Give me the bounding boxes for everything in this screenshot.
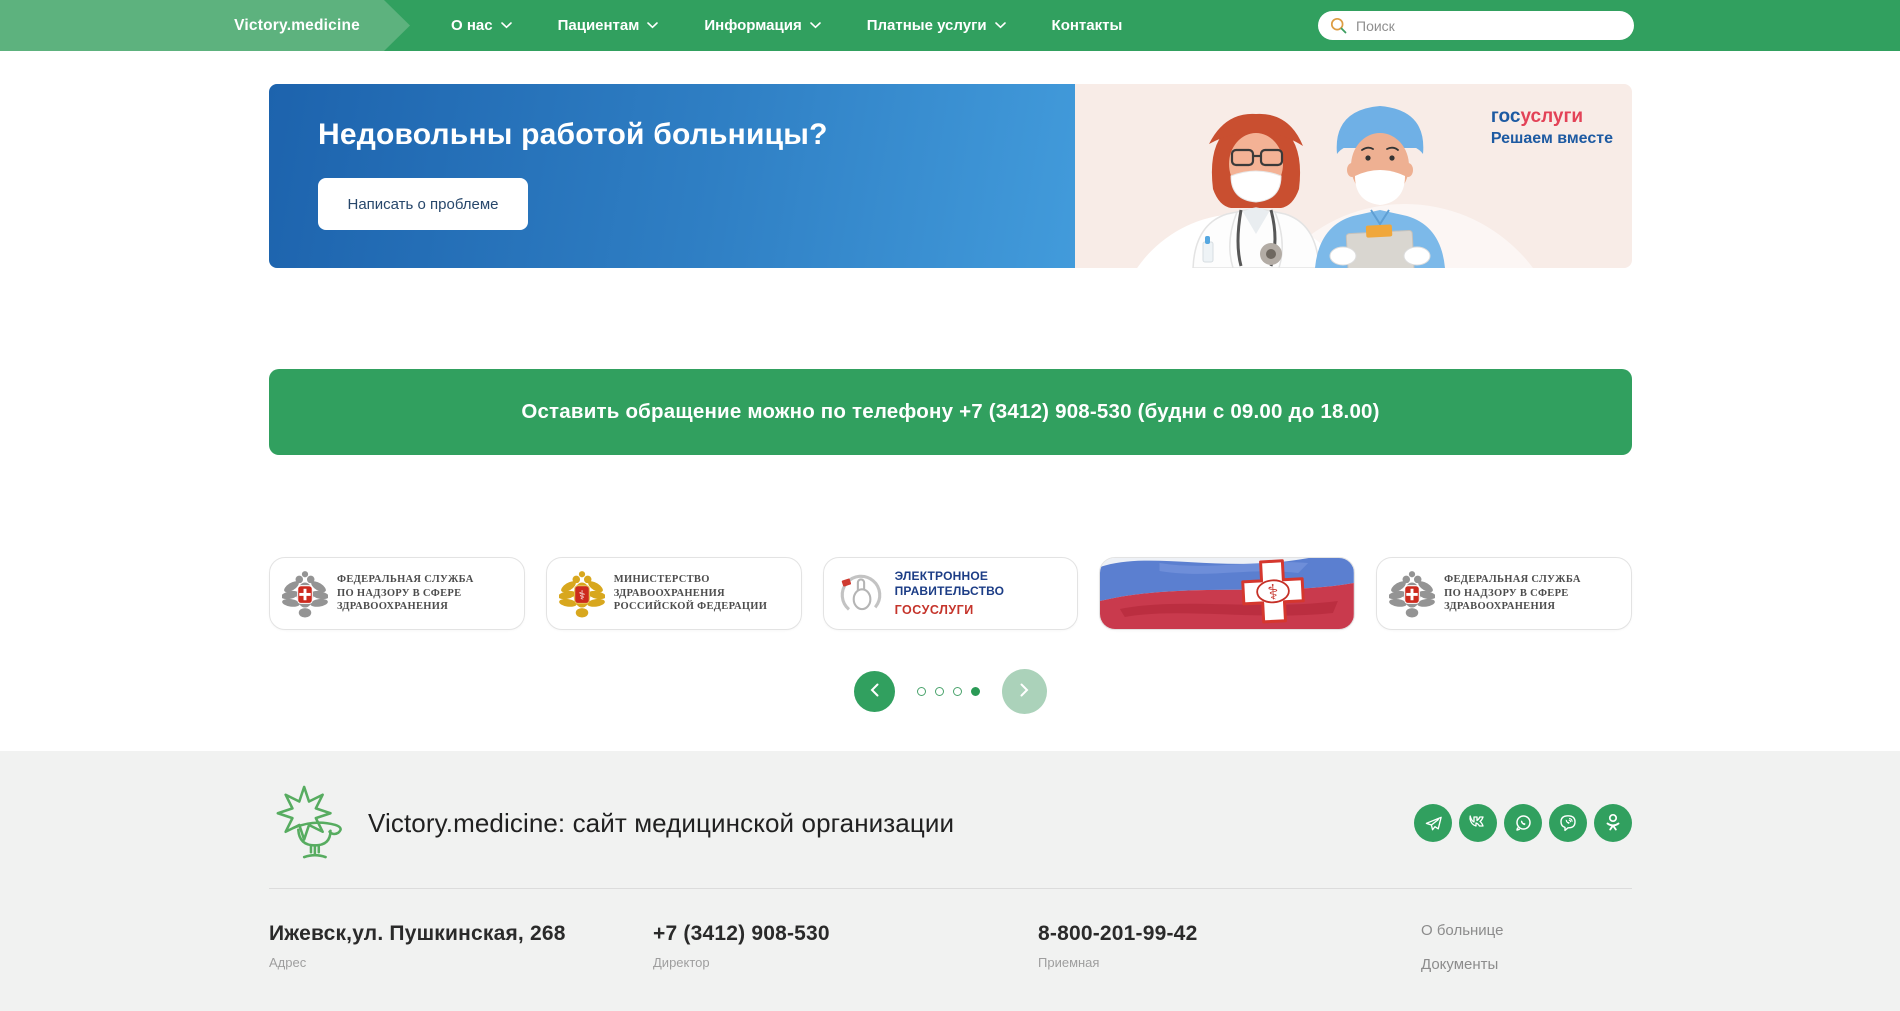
- nav-item-label: Платные услуги: [867, 17, 987, 34]
- partner-card-roszdravnadzor-2[interactable]: ФЕДЕРАЛЬНАЯ СЛУЖБА ПО НАДЗОРУ В СФЕРЕ ЗД…: [1376, 557, 1632, 630]
- gosuslugi-text-blue: гос: [1491, 106, 1521, 127]
- footer-link-documents[interactable]: Документы: [1421, 956, 1503, 973]
- partner-card-text: ЭЛЕКТРОННОЕ ПРАВИТЕЛЬСТВО ГОСУСЛУГИ: [895, 569, 1005, 618]
- partner-card-text: ФЕДЕРАЛЬНАЯ СЛУЖБА ПО НАДЗОРУ В СФЕРЕ ЗД…: [337, 573, 474, 614]
- search-icon: [1330, 17, 1347, 34]
- top-navbar: Victory.medicine О нас Пациентам Информа…: [0, 0, 1900, 51]
- carousel-dot-3[interactable]: [953, 687, 962, 696]
- chevron-left-icon: [870, 683, 879, 697]
- gosuslugi-text-red: услуги: [1520, 106, 1583, 127]
- chevron-down-icon: [647, 22, 658, 29]
- hero-title: Недовольны работой больницы?: [318, 118, 1075, 152]
- nav-item-label: О нас: [451, 17, 493, 34]
- roszdravnadzor-eagle-icon: [1389, 569, 1435, 619]
- roszdravnadzor-eagle-icon: [282, 569, 328, 619]
- partner-card-roszdravnadzor[interactable]: ФЕДЕРАЛЬНАЯ СЛУЖБА ПО НАДЗОРУ В СФЕРЕ ЗД…: [269, 557, 525, 630]
- footer: Victory.medicine: сайт медицинской орган…: [0, 751, 1900, 1011]
- site-logo[interactable]: Victory.medicine: [0, 0, 410, 51]
- director-phone-value[interactable]: +7 (3412) 908-530: [653, 922, 830, 946]
- vk-icon[interactable]: [1459, 804, 1497, 842]
- hero-illustration-panel: госуслуги Решаем вместе: [1075, 84, 1632, 268]
- male-doctor: [1315, 106, 1445, 268]
- carousel-next-button[interactable]: [1002, 669, 1047, 714]
- partner-card-text: ФЕДЕРАЛЬНАЯ СЛУЖБА ПО НАДЗОРУ В СФЕРЕ ЗД…: [1444, 573, 1581, 614]
- carousel-dots: [917, 687, 980, 696]
- nav-item-label: Контакты: [1052, 17, 1123, 34]
- chevron-right-icon: [1020, 683, 1029, 697]
- whatsapp-icon[interactable]: [1504, 804, 1542, 842]
- search-box[interactable]: [1318, 11, 1634, 40]
- carousel-controls: [269, 668, 1632, 714]
- caduceus-glyph: ⚕: [1267, 581, 1279, 605]
- nav-item-information[interactable]: Информация: [704, 17, 820, 34]
- female-doctor: [1193, 114, 1319, 268]
- footer-link-about-hospital[interactable]: О больнице: [1421, 922, 1503, 939]
- main-nav: О нас Пациентам Информация Платные услуг…: [451, 0, 1122, 51]
- minzdrav-eagle-icon: ⚕: [559, 569, 605, 619]
- hero-left-panel: Недовольны работой больницы? Написать о …: [269, 84, 1075, 268]
- carousel-dot-4-active[interactable]: [971, 687, 980, 696]
- address-value: Ижевск,ул. Пушкинская, 268: [269, 922, 566, 946]
- search-input[interactable]: [1356, 18, 1622, 34]
- partner-card-egov-gosuslugi[interactable]: ЭЛЕКТРОННОЕ ПРАВИТЕЛЬСТВО ГОСУСЛУГИ: [823, 557, 1079, 630]
- reception-phone-value[interactable]: 8-800-201-99-42: [1038, 922, 1197, 946]
- nav-item-patients[interactable]: Пациентам: [558, 17, 659, 34]
- partner-logos-carousel: ФЕДЕРАЛЬНАЯ СЛУЖБА ПО НАДЗОРУ В СФЕРЕ ЗД…: [269, 557, 1632, 630]
- telegram-icon[interactable]: [1414, 804, 1452, 842]
- nav-item-label: Информация: [704, 17, 801, 34]
- carousel-prev-button[interactable]: [854, 671, 895, 712]
- flag-cross-icon: ⚕: [1100, 557, 1354, 630]
- viber-icon[interactable]: [1549, 804, 1587, 842]
- gosuslugi-tagline: Решаем вместе: [1491, 129, 1613, 149]
- hero-banner: Недовольны работой больницы? Написать о …: [269, 84, 1632, 268]
- site-logo-text: Victory.medicine: [234, 17, 360, 35]
- egov-hand-icon: [836, 569, 886, 619]
- footer-site-title: Victory.medicine: сайт медицинской орган…: [368, 808, 954, 839]
- footer-medical-logo-icon: [269, 784, 351, 862]
- social-links: [1414, 804, 1632, 842]
- footer-links: О больнице Документы: [1421, 922, 1503, 973]
- carousel-dot-1[interactable]: [917, 687, 926, 696]
- write-problem-button[interactable]: Написать о проблеме: [318, 178, 528, 230]
- chevron-down-icon: [501, 22, 512, 29]
- gosuslugi-accent-text: ГОСУСЛУГИ: [895, 602, 1005, 618]
- chevron-down-icon: [995, 22, 1006, 29]
- partner-card-flag-cross[interactable]: ⚕: [1099, 557, 1355, 630]
- nav-item-about[interactable]: О нас: [451, 17, 512, 34]
- phone-banner-text: Оставить обращение можно по телефону +7 …: [521, 400, 1379, 424]
- nav-item-paid-services[interactable]: Платные услуги: [867, 17, 1006, 34]
- partner-card-text: МИНИСТЕРСТВО ЗДРАВООХРАНЕНИЯ РОССИЙСКОЙ …: [614, 573, 767, 614]
- footer-divider: [269, 888, 1632, 889]
- nav-item-contacts[interactable]: Контакты: [1052, 17, 1123, 34]
- carousel-dot-2[interactable]: [935, 687, 944, 696]
- gosuslugi-logo: госуслуги Решаем вместе: [1491, 105, 1613, 149]
- snake-bowl-glyph: ⚕: [578, 588, 585, 602]
- phone-banner[interactable]: Оставить обращение можно по телефону +7 …: [269, 369, 1632, 455]
- partner-card-minzdrav[interactable]: ⚕ МИНИСТЕРСТВО ЗДРАВООХРАНЕНИЯ РОССИЙСКО…: [546, 557, 802, 630]
- nav-item-label: Пациентам: [558, 17, 640, 34]
- chevron-down-icon: [810, 22, 821, 29]
- odnoklassniki-icon[interactable]: [1594, 804, 1632, 842]
